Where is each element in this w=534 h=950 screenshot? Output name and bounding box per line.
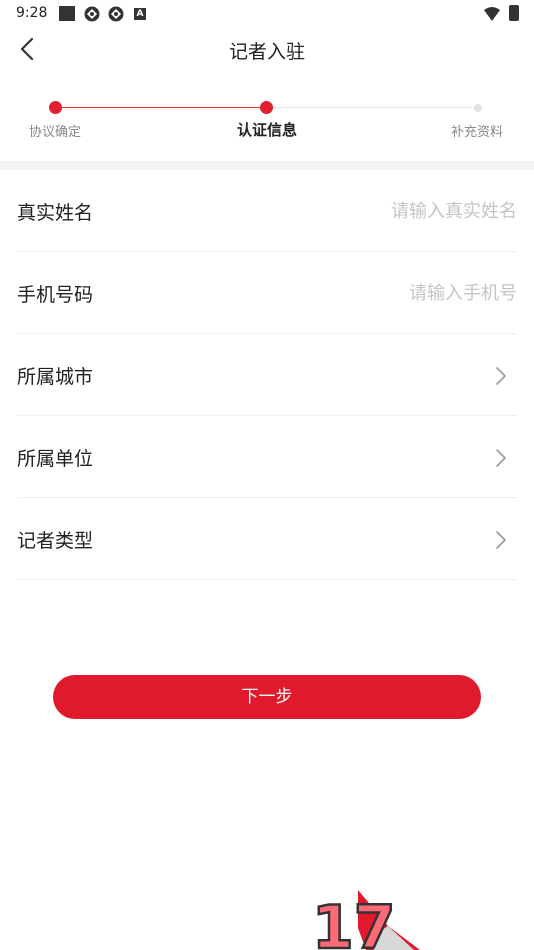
a-badge-icon: A (134, 8, 146, 20)
next-step-button[interactable]: 下一步 (53, 675, 481, 719)
page-title: 记者入驻 (228, 41, 305, 63)
step-dot-verification (260, 101, 273, 114)
logo-text: 17 (312, 893, 396, 950)
step-label-agreement: 协议确定 (29, 125, 82, 140)
wifi-icon (484, 7, 500, 21)
battery-icon (509, 5, 519, 21)
step-line-completed (56, 107, 266, 108)
verification-form: 真实姓名 手机号码 所属城市 所属单位 记者类型 (17, 170, 517, 580)
phone-row: 手机号码 (17, 252, 517, 334)
chevron-right-icon (496, 367, 506, 385)
real-name-row: 真实姓名 (17, 170, 517, 252)
real-name-label: 真实姓名 (17, 202, 94, 224)
phone-input[interactable] (317, 278, 517, 308)
real-name-input[interactable] (317, 196, 517, 226)
step-indicator: 协议确定 认证信息 补充资料 (0, 96, 534, 150)
step-line-pending (266, 107, 479, 108)
city-row[interactable]: 所属城市 (17, 334, 517, 416)
city-label: 所属城市 (17, 366, 94, 388)
nav-bar: 记者入驻 (0, 28, 534, 70)
notification-square-icon (59, 6, 75, 21)
aperture-icon (84, 6, 100, 22)
phone-label: 手机号码 (17, 284, 94, 306)
step-dot-supplement (474, 104, 482, 112)
reporter-type-label: 记者类型 (17, 530, 94, 552)
unit-row[interactable]: 所属单位 (17, 416, 517, 498)
step-dot-agreement (49, 101, 62, 114)
step-label-verification: 认证信息 (237, 121, 298, 139)
status-bar: 9:28 A (0, 0, 534, 28)
chevron-right-icon (496, 449, 506, 467)
aperture-icon (108, 6, 124, 22)
step-label-supplement: 补充资料 (451, 125, 504, 140)
unit-label: 所属单位 (17, 448, 94, 470)
app-logo: 17 (311, 890, 420, 950)
reporter-type-row[interactable]: 记者类型 (17, 498, 517, 580)
chevron-right-icon (496, 531, 506, 549)
status-time: 9:28 (16, 5, 48, 21)
section-divider (0, 161, 534, 170)
